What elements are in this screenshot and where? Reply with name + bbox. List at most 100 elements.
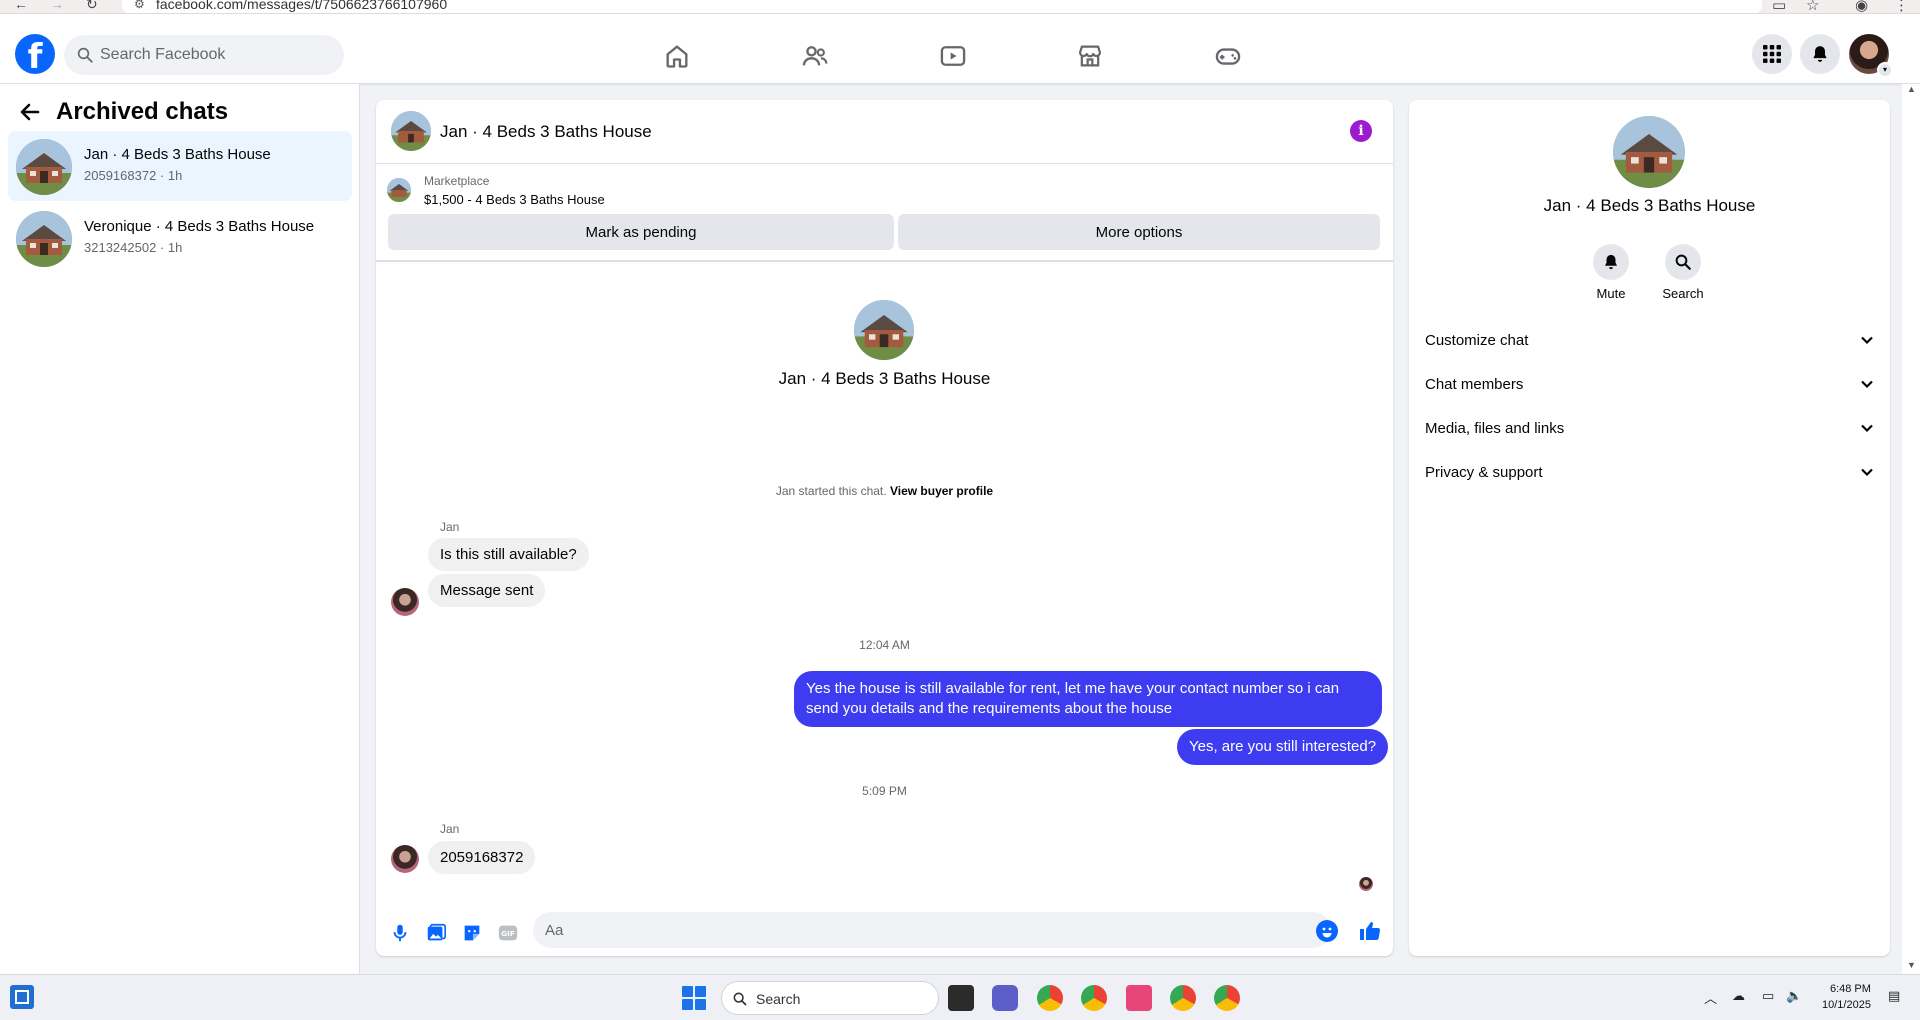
- chat-list-item[interactable]: Veronique · 4 Beds 3 Baths House 3213242…: [8, 203, 352, 273]
- search-in-conversation-button[interactable]: Search: [1653, 244, 1713, 301]
- photo-icon[interactable]: [425, 922, 447, 944]
- back-arrow-icon[interactable]: [18, 100, 42, 124]
- nav-friends-icon[interactable]: [759, 28, 871, 84]
- like-thumb-icon[interactable]: [1358, 919, 1382, 943]
- search-input[interactable]: [100, 35, 336, 75]
- conversation-header: Jan · 4 Beds 3 Baths House i: [376, 100, 1393, 164]
- message-sender-name: Jan: [440, 520, 460, 534]
- microphone-icon[interactable]: [389, 922, 411, 944]
- marketplace-label: Marketplace: [424, 174, 490, 188]
- volume-icon[interactable]: 🔈: [1786, 988, 1802, 1004]
- house-thumbnail: [16, 139, 72, 195]
- chat-item-subtitle: 3213242502 · 1h: [84, 240, 183, 255]
- scroll-down-arrow-icon[interactable]: ▼: [1907, 960, 1916, 970]
- menu-grid-icon[interactable]: [1752, 34, 1792, 74]
- outgoing-message[interactable]: Yes the house is still available for ren…: [794, 671, 1382, 727]
- notifications-bell-icon[interactable]: [1800, 34, 1840, 74]
- notification-center-icon[interactable]: ▤: [1888, 988, 1900, 1004]
- cloud-offline-icon[interactable]: ☁: [1732, 988, 1745, 1004]
- chrome-icon[interactable]: [1081, 985, 1107, 1011]
- bookmark-star-icon[interactable]: ☆: [1806, 0, 1819, 13]
- browser-menu-icon[interactable]: ⋮: [1894, 0, 1909, 13]
- section-customize-chat[interactable]: Customize chat: [1425, 318, 1874, 362]
- sticker-icon[interactable]: [461, 922, 483, 944]
- svg-text:GIF: GIF: [501, 929, 515, 938]
- listing-thumbnail[interactable]: [387, 178, 411, 202]
- search-icon: [77, 47, 93, 63]
- timestamp-divider: 5:09 PM: [862, 784, 907, 798]
- started-text: Jan started this chat.: [775, 484, 887, 498]
- browser-forward-icon[interactable]: →: [50, 0, 64, 12]
- view-buyer-profile-link[interactable]: View buyer profile: [890, 484, 993, 498]
- sidebar-title: Archived chats: [56, 98, 229, 125]
- taskbar-clock[interactable]: 6:48 PM 10/1/2025: [1822, 981, 1871, 1013]
- taskbar-search[interactable]: Search: [721, 981, 939, 1015]
- sender-avatar[interactable]: [391, 588, 419, 616]
- nav-gaming-icon[interactable]: [1172, 28, 1284, 84]
- widgets-icon[interactable]: [10, 985, 34, 1009]
- chrome-profile-icon[interactable]: [1214, 985, 1240, 1011]
- section-chat-members[interactable]: Chat members: [1425, 362, 1874, 406]
- emoji-icon[interactable]: [1316, 920, 1338, 942]
- chevron-down-icon: [1861, 424, 1873, 433]
- nav-home-icon[interactable]: [621, 28, 733, 84]
- conversation-panel: Jan · 4 Beds 3 Baths House i Marketplace…: [376, 100, 1393, 956]
- chrome-profile-icon[interactable]: [1170, 985, 1196, 1011]
- section-label: Privacy & support: [1425, 463, 1543, 481]
- section-label: Chat members: [1425, 375, 1524, 393]
- info-panel-name: Jan · 4 Beds 3 Baths House: [1543, 196, 1756, 215]
- install-icon[interactable]: ▭: [1772, 0, 1786, 13]
- archived-chats-sidebar: Archived chats Jan · 4 Beds 3 Baths Hous…: [0, 84, 360, 974]
- chat-item-name: Jan · 4 Beds 3 Baths House: [84, 146, 271, 163]
- address-bar-url: facebook.com/messages/t/7506623766107960: [156, 0, 448, 12]
- browser-back-icon[interactable]: ←: [14, 0, 28, 12]
- more-options-button[interactable]: More options: [898, 214, 1380, 250]
- incoming-message[interactable]: Message sent: [428, 574, 546, 607]
- mute-label: Mute: [1596, 286, 1626, 301]
- address-bar[interactable]: ⚙ facebook.com/messages/t/75066237661079…: [122, 0, 1762, 13]
- windows-start-icon[interactable]: [682, 986, 706, 1010]
- browser-profile-icon[interactable]: ◉: [1855, 0, 1868, 13]
- intro-name: Jan · 4 Beds 3 Baths House: [778, 369, 991, 388]
- browser-reload-icon[interactable]: ↻: [86, 0, 98, 13]
- search-icon: [733, 992, 747, 1006]
- chevron-down-icon: [1861, 336, 1873, 345]
- message-input[interactable]: [533, 912, 1331, 948]
- clock-date: 10/1/2025: [1822, 999, 1871, 1011]
- conversation-title[interactable]: Jan · 4 Beds 3 Baths House: [440, 122, 652, 142]
- profile-avatar[interactable]: ▾: [1849, 34, 1893, 78]
- file-explorer-icon[interactable]: [948, 985, 974, 1011]
- sender-avatar[interactable]: [391, 845, 419, 873]
- incoming-message[interactable]: 2059168372: [428, 841, 536, 874]
- message-sender-name: Jan: [440, 822, 460, 836]
- site-info-icon[interactable]: ⚙: [134, 0, 145, 11]
- listing-title[interactable]: $1,500 - 4 Beds 3 Baths House: [424, 192, 605, 207]
- conversation-info-panel: Jan · 4 Beds 3 Baths House Mute Search C…: [1409, 100, 1890, 956]
- teams-icon[interactable]: [992, 985, 1018, 1011]
- incoming-message[interactable]: Is this still available?: [428, 538, 589, 571]
- mute-button[interactable]: Mute: [1581, 244, 1641, 301]
- chat-item-subtitle: 2059168372 · 1h: [84, 168, 183, 183]
- conversation-info-icon[interactable]: i: [1350, 120, 1372, 142]
- section-privacy-support[interactable]: Privacy & support: [1425, 450, 1874, 494]
- nav-marketplace-icon[interactable]: [1034, 28, 1146, 84]
- network-icon[interactable]: ▭: [1762, 988, 1774, 1004]
- chat-list-item[interactable]: Jan · 4 Beds 3 Baths House 2059168372 · …: [8, 131, 352, 201]
- section-label: Customize chat: [1425, 331, 1529, 349]
- mark-as-pending-button[interactable]: Mark as pending: [388, 214, 894, 250]
- chevron-down-icon[interactable]: ▾: [1877, 62, 1893, 78]
- page-scrollbar[interactable]: ▲ ▼: [1902, 84, 1920, 974]
- conversation-avatar[interactable]: [391, 111, 431, 151]
- read-receipt-avatar: [1359, 877, 1373, 891]
- search-box[interactable]: [64, 35, 344, 75]
- gif-icon[interactable]: GIF: [497, 922, 519, 944]
- chrome-profile-icon[interactable]: [1037, 985, 1063, 1011]
- tray-overflow-chevron-icon[interactable]: ︿: [1704, 988, 1717, 1007]
- facebook-logo-icon[interactable]: f: [15, 34, 55, 74]
- house-thumbnail: [16, 211, 72, 267]
- section-media-files-links[interactable]: Media, files and links: [1425, 406, 1874, 450]
- nav-video-icon[interactable]: [897, 28, 1009, 84]
- outgoing-message[interactable]: Yes, are you still interested?: [1177, 729, 1389, 765]
- snipping-tool-icon[interactable]: [1126, 985, 1152, 1011]
- scroll-up-arrow-icon[interactable]: ▲: [1907, 84, 1916, 94]
